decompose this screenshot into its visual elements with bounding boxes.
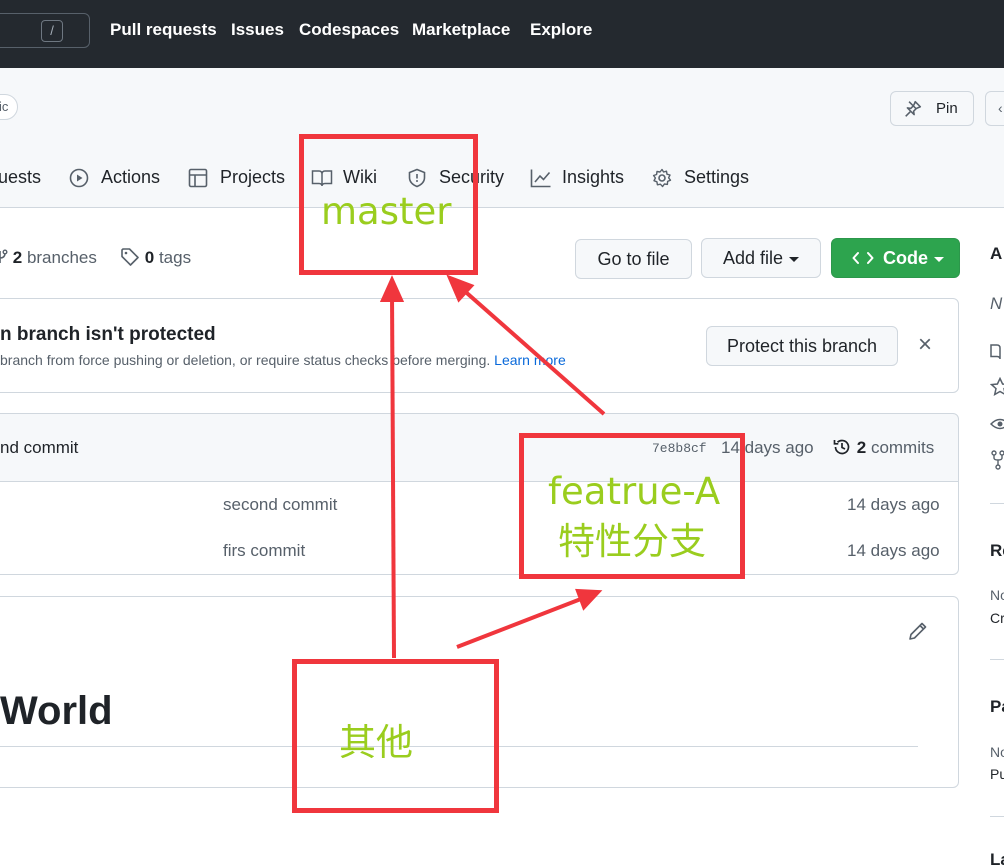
languages-heading: La [990, 850, 1004, 867]
file-commit-message[interactable]: second commit [223, 494, 337, 516]
tab-settings[interactable]: Settings [652, 164, 752, 190]
protect-description: branch from force pushing or deletion, o… [0, 352, 566, 368]
sidebar-divider [990, 816, 1004, 817]
file-commit-message[interactable]: firs commit [223, 540, 305, 562]
feature-annotation-label: featrue-A [548, 470, 721, 513]
tab-insights[interactable]: Insights [530, 164, 630, 190]
file-commit-time: 14 days ago [847, 541, 940, 560]
tags-count: 0 [144, 248, 155, 267]
go-to-file-button[interactable]: Go to file [575, 239, 692, 279]
eye-icon [990, 418, 1004, 430]
master-annotation-label: master [321, 190, 452, 233]
arrow-head [379, 275, 405, 302]
nav-codespaces[interactable]: Codespaces [299, 20, 399, 40]
code-label: Code [883, 248, 929, 268]
branches-link[interactable]: 2 branches [0, 247, 97, 269]
pin-label: Pin [936, 100, 958, 117]
tags-label: tags [158, 248, 192, 267]
learn-more-link[interactable]: Learn more [494, 352, 566, 368]
table-icon [188, 168, 208, 188]
nav-issues[interactable]: Issues [231, 20, 284, 40]
add-file-button[interactable]: Add file [701, 238, 821, 278]
protect-description-text: branch from force pushing or deletion, o… [0, 352, 491, 368]
latest-commit-bar [0, 413, 959, 482]
packages-heading[interactable]: Pa [990, 697, 1004, 717]
pencil-icon[interactable] [907, 620, 929, 642]
nav-pull-requests[interactable]: Pull requests [110, 20, 217, 40]
protect-title: n branch isn't protected [0, 324, 216, 345]
branches-label: branches [26, 248, 97, 267]
arrow-head [446, 274, 475, 303]
eye-icon: ‹ [998, 100, 1003, 116]
commits-label: commits [870, 438, 935, 457]
nav-explore[interactable]: Explore [530, 20, 592, 40]
nav-marketplace[interactable]: Marketplace [412, 20, 510, 40]
close-icon[interactable]: × [918, 333, 932, 357]
packages-none: No [990, 744, 1004, 760]
branch-icon [0, 249, 8, 263]
publish-package-link[interactable]: Pu [990, 766, 1004, 782]
tab-projects-label: Projects [220, 167, 286, 187]
code-button[interactable]: Code [831, 238, 960, 278]
sidebar-divider [990, 659, 1004, 660]
watch-button[interactable]: ‹ [985, 91, 1004, 126]
about-heading: A [990, 244, 1003, 263]
repo-header: ic Pin ‹ uests Actions Projects Wiki Sec… [0, 68, 1004, 208]
star-icon [990, 377, 1004, 396]
feature-annotation-sublabel: 特性分支 [558, 520, 706, 563]
caret-down-icon [934, 256, 945, 262]
tab-insights-label: Insights [562, 167, 625, 187]
tab-projects[interactable]: Projects [188, 164, 298, 190]
latest-commit-message[interactable]: nd commit [0, 437, 78, 459]
tab-pull-requests-label: uests [0, 167, 42, 187]
visibility-badge: ic [0, 94, 18, 120]
releases-heading[interactable]: Re [990, 541, 1004, 561]
tag-icon [121, 248, 139, 266]
search-input[interactable]: / [0, 13, 90, 48]
fork-icon [991, 450, 1004, 470]
tab-actions-label: Actions [101, 167, 161, 187]
other-annotation-label: 其他 [339, 721, 413, 764]
protect-branch-button[interactable]: Protect this branch [706, 326, 898, 366]
code-icon [852, 252, 874, 264]
file-row[interactable]: firs commit 14 days ago [0, 528, 959, 575]
pin-button[interactable]: Pin [890, 91, 974, 126]
search-shortcut-key: / [41, 20, 63, 42]
pin-icon [905, 100, 922, 117]
about-description: N [990, 294, 1003, 313]
readme-heading: World [0, 689, 113, 733]
history-icon [833, 439, 850, 455]
releases-none: No [990, 587, 1004, 603]
file-commit-time: 14 days ago [847, 495, 940, 514]
gear-icon [652, 168, 672, 188]
global-header: / Pull requests Issues Codespaces Market… [0, 0, 1004, 68]
protect-branch-label: Protect this branch [726, 336, 878, 356]
caret-down-icon [789, 256, 800, 262]
go-to-file-label: Go to file [597, 249, 670, 269]
tab-actions[interactable]: Actions [69, 164, 179, 190]
tab-settings-label: Settings [684, 167, 750, 187]
file-row[interactable]: second commit 14 days ago [0, 482, 959, 529]
add-file-label: Add file [722, 248, 784, 268]
sidebar-divider [990, 503, 1004, 504]
branches-count: 2 [12, 248, 23, 267]
commits-count: 2 [856, 438, 867, 457]
play-icon [69, 168, 89, 188]
tags-link[interactable]: 0 tags [120, 247, 191, 269]
create-release-link[interactable]: Cr [990, 610, 1004, 626]
book-icon [990, 344, 1001, 360]
tab-pull-requests[interactable]: uests [0, 164, 58, 190]
graph-icon [530, 169, 551, 188]
commits-link[interactable]: 2 commits [832, 437, 934, 459]
